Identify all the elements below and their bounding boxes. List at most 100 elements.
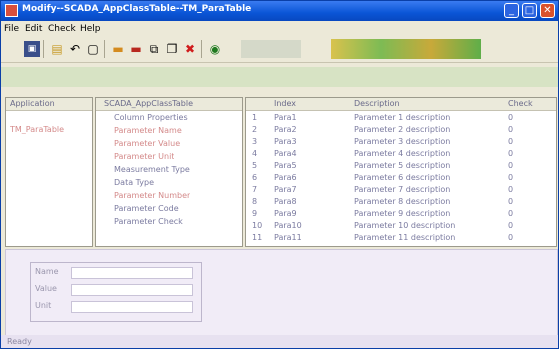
row-name: Para9 bbox=[274, 209, 297, 218]
table-row[interactable]: 2 Para2 Parameter 2 description 0 bbox=[246, 124, 556, 136]
row-description: Parameter 2 description bbox=[354, 125, 451, 134]
class-table-header-label: SCADA_AppClassTable bbox=[104, 99, 193, 108]
maximize-button[interactable]: □ bbox=[522, 3, 537, 18]
open-icon[interactable]: ▤ bbox=[49, 41, 65, 57]
column-header-index: Index bbox=[274, 99, 297, 108]
list-item-label: Parameter Unit bbox=[114, 152, 175, 161]
list-item[interactable]: Parameter Unit bbox=[96, 151, 242, 163]
list-item-label: Parameter Number bbox=[114, 191, 191, 200]
toolbar-graphic bbox=[241, 40, 301, 58]
status-bar: Ready bbox=[1, 335, 558, 348]
row-name: Para1 bbox=[274, 113, 297, 122]
list-item[interactable]: Data Type bbox=[96, 177, 242, 189]
class-table-list[interactable]: SCADA_AppClassTable Column Properties Pa… bbox=[95, 97, 243, 247]
row-name: Para4 bbox=[274, 149, 297, 158]
tree-item-label: TM_ParaTable bbox=[10, 125, 65, 134]
row-check: 0 bbox=[508, 125, 514, 134]
list-item[interactable]: Parameter Number bbox=[96, 190, 242, 202]
table-row[interactable]: 9 Para9 Parameter 9 description 0 bbox=[246, 208, 556, 220]
row-name: Para6 bbox=[274, 173, 297, 182]
list-item[interactable]: Parameter Name bbox=[96, 125, 242, 137]
row-check: 0 bbox=[508, 185, 514, 194]
toolbar-separator bbox=[104, 40, 105, 58]
save-icon[interactable]: ▣ bbox=[24, 41, 40, 57]
row-index: 4 bbox=[252, 149, 258, 158]
table-row[interactable]: 4 Para4 Parameter 4 description 0 bbox=[246, 148, 556, 160]
application-tree[interactable]: Application TM_ParaTable bbox=[5, 97, 93, 247]
delete-icon[interactable]: ✖ bbox=[182, 41, 198, 57]
parameter-table[interactable]: Index Description Check 1 Para1 Parameter … bbox=[245, 97, 557, 247]
row-check: 0 bbox=[508, 233, 514, 242]
application-header: Application bbox=[6, 98, 92, 111]
row-description: Parameter 11 description bbox=[354, 233, 456, 242]
help-icon[interactable]: ◉ bbox=[207, 41, 223, 57]
row-check: 0 bbox=[508, 113, 514, 122]
list-item-label: Column Properties bbox=[114, 113, 188, 122]
row-description: Parameter 6 description bbox=[354, 173, 451, 182]
row-index: 7 bbox=[252, 185, 258, 194]
row-check: 0 bbox=[508, 197, 514, 206]
status-text: Ready bbox=[7, 337, 32, 346]
list-item-label: Parameter Code bbox=[114, 204, 179, 213]
row-check: 0 bbox=[508, 209, 514, 218]
table-row[interactable]: 3 Para3 Parameter 3 description 0 bbox=[246, 136, 556, 148]
row-check: 0 bbox=[508, 221, 514, 230]
table-row[interactable]: 10 Para10 Parameter 10 description 0 bbox=[246, 220, 556, 232]
row-description: Parameter 5 description bbox=[354, 161, 451, 170]
toolbar-separator bbox=[201, 40, 202, 58]
unit-field[interactable] bbox=[71, 301, 193, 313]
close-button[interactable]: ✕ bbox=[540, 3, 555, 18]
table-row[interactable]: 5 Para5 Parameter 5 description 0 bbox=[246, 160, 556, 172]
menu-bar: File Edit Check Help bbox=[1, 22, 558, 35]
undo-icon[interactable]: ↶ bbox=[67, 41, 83, 57]
minimize-button[interactable]: _ bbox=[504, 3, 519, 18]
menu-edit[interactable]: Edit bbox=[25, 24, 42, 34]
table-row[interactable]: 6 Para6 Parameter 6 description 0 bbox=[246, 172, 556, 184]
table-row[interactable]: 8 Para8 Parameter 8 description 0 bbox=[246, 196, 556, 208]
row-name: Para8 bbox=[274, 197, 297, 206]
row-description: Parameter 10 description bbox=[354, 221, 456, 230]
detail-group: Name Value Unit bbox=[30, 262, 202, 322]
window: Modify--SCADA_AppClassTable--TM_ParaTabl… bbox=[0, 0, 559, 349]
table-row[interactable]: 11 Para11 Parameter 11 description 0 bbox=[246, 232, 556, 244]
detail-panel: Name Value Unit bbox=[5, 249, 558, 343]
value-field[interactable] bbox=[71, 284, 193, 296]
insert-row-icon[interactable]: ▬ bbox=[110, 41, 126, 57]
list-item-label: Measurement Type bbox=[114, 165, 190, 174]
copy-icon[interactable]: ⧉ bbox=[146, 41, 162, 57]
table-row[interactable]: 7 Para7 Parameter 7 description 0 bbox=[246, 184, 556, 196]
list-item-label: Parameter Check bbox=[114, 217, 183, 226]
table-row[interactable]: 1 Para1 Parameter 1 description 0 bbox=[246, 112, 556, 124]
row-description: Parameter 7 description bbox=[354, 185, 451, 194]
delete-row-icon[interactable]: ▬ bbox=[128, 41, 144, 57]
row-name: Para11 bbox=[274, 233, 302, 242]
menu-check[interactable]: Check bbox=[48, 24, 76, 34]
class-table-header: SCADA_AppClassTable bbox=[96, 98, 242, 111]
row-description: Parameter 3 description bbox=[354, 137, 451, 146]
menu-help[interactable]: Help bbox=[80, 24, 101, 34]
tool-strip bbox=[1, 67, 558, 87]
title-bar: Modify--SCADA_AppClassTable--TM_ParaTabl… bbox=[1, 1, 558, 21]
row-index: 9 bbox=[252, 209, 258, 218]
row-check: 0 bbox=[508, 161, 514, 170]
list-item-label: Parameter Value bbox=[114, 139, 181, 148]
new-icon[interactable]: ▢ bbox=[85, 41, 101, 57]
list-item[interactable]: Parameter Value bbox=[96, 138, 242, 150]
row-index: 3 bbox=[252, 137, 258, 146]
name-field[interactable] bbox=[71, 267, 193, 279]
row-description: Parameter 1 description bbox=[354, 113, 451, 122]
row-description: Parameter 8 description bbox=[354, 197, 451, 206]
list-item[interactable]: Column Properties bbox=[96, 112, 242, 124]
value-label: Value bbox=[35, 284, 57, 293]
toolbar-graphic bbox=[331, 39, 481, 59]
menu-file[interactable]: File bbox=[4, 24, 19, 34]
tree-item[interactable]: TM_ParaTable bbox=[6, 124, 92, 136]
row-check: 0 bbox=[508, 173, 514, 182]
list-item[interactable]: Parameter Check bbox=[96, 216, 242, 228]
row-name: Para2 bbox=[274, 125, 297, 134]
paste-icon[interactable]: ❐ bbox=[164, 41, 180, 57]
row-check: 0 bbox=[508, 149, 514, 158]
row-index: 6 bbox=[252, 173, 258, 182]
list-item[interactable]: Parameter Code bbox=[96, 203, 242, 215]
list-item[interactable]: Measurement Type bbox=[96, 164, 242, 176]
